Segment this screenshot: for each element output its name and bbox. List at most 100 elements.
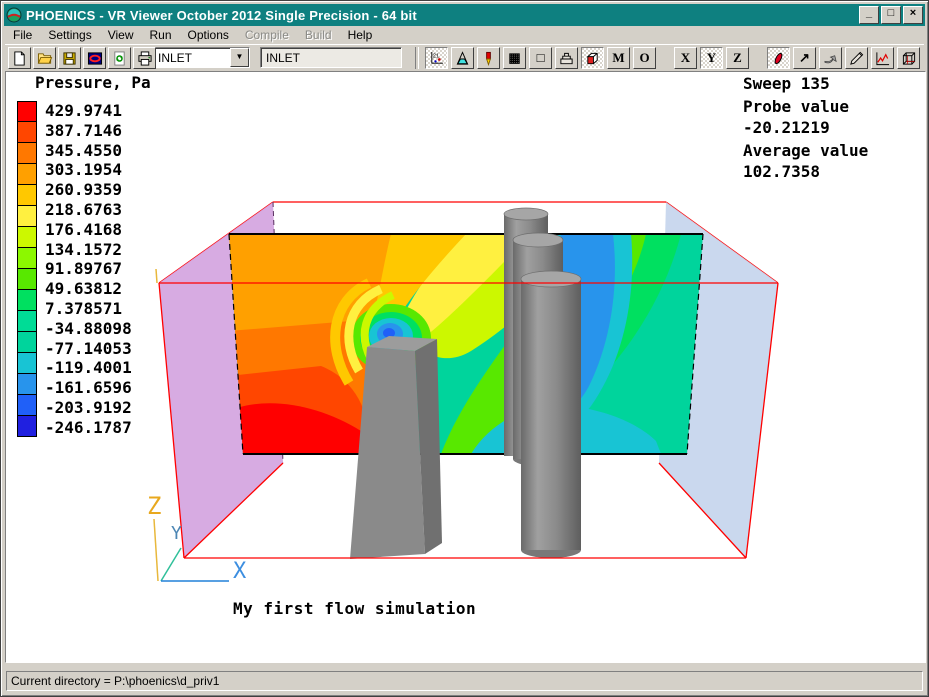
minimize-button[interactable]: _ (859, 6, 879, 24)
menu-compile: Compile (237, 27, 297, 43)
probe-marker-button[interactable] (477, 47, 500, 69)
legend-swatch (17, 311, 37, 332)
grid-button[interactable]: ▦ (503, 47, 526, 69)
reload-button[interactable] (108, 47, 131, 69)
printer-icon (137, 51, 153, 66)
legend-swatch (17, 185, 37, 206)
legend-swatch (17, 206, 37, 227)
app-icon (6, 7, 22, 23)
legend-value: 176.4168 (45, 220, 122, 240)
legend-value: 387.7146 (45, 121, 122, 141)
title-bar[interactable]: PHOENICS - VR Viewer October 2012 Single… (4, 4, 925, 26)
menu-view[interactable]: View (100, 27, 142, 43)
x-plane-button[interactable]: X (674, 47, 697, 69)
y-plane-button[interactable]: Y (700, 47, 723, 69)
vector-arrow-icon: ↗ (799, 50, 810, 66)
probe-position-button[interactable]: 21 (425, 47, 448, 69)
mesh-button[interactable]: M (607, 47, 630, 69)
menu-bar: FileSettingsViewRunOptionsCompileBuildHe… (5, 27, 924, 43)
legend-swatch (17, 416, 37, 437)
new-file-button[interactable] (8, 47, 31, 69)
cone-view-button[interactable] (451, 47, 474, 69)
legend-swatch (17, 164, 37, 185)
legend-value: -77.14053 (45, 339, 132, 359)
blockage-button[interactable] (555, 47, 578, 69)
toolbar: INLET ▼ INLET 21 ▦ □ MO X Y Z ↗ (5, 44, 924, 71)
probe-value: -20.21219 (743, 118, 830, 137)
reload-icon (112, 51, 127, 66)
average-label: Average value (743, 141, 868, 160)
contour-lens-icon (771, 51, 786, 66)
outline-button[interactable]: O (633, 47, 656, 69)
new-file-icon (12, 51, 27, 66)
legend-value: -203.9192 (45, 398, 132, 418)
letter-o-icon: O (639, 50, 649, 66)
cone-icon (455, 51, 470, 66)
legend-title: Pressure, Pa (35, 73, 151, 92)
legend-swatch (17, 290, 37, 311)
window-title: PHOENICS - VR Viewer October 2012 Single… (26, 8, 417, 23)
solid-box-icon (585, 51, 600, 66)
pressure-contour-plane (221, 229, 713, 461)
graph-icon (875, 51, 890, 66)
open-folder-icon (37, 51, 53, 66)
animation-icon (87, 51, 103, 66)
maximize-button[interactable]: □ (881, 6, 901, 24)
letter-z-icon: Z (733, 50, 742, 66)
viewport-3d[interactable]: Z Y X (141, 191, 811, 596)
axes-marks-icon: 21 (429, 51, 444, 66)
legend-value: 303.1954 (45, 160, 122, 180)
legend-value: 91.89767 (45, 259, 122, 279)
legend-value: 260.9359 (45, 180, 122, 200)
legend-value: 7.378571 (45, 299, 122, 319)
open-file-button[interactable] (33, 47, 56, 69)
probe-label: Probe value (743, 97, 849, 116)
legend-swatch (17, 227, 37, 248)
legend-value: -119.4001 (45, 358, 132, 378)
object-selector-value: INLET (154, 51, 230, 65)
legend-value: 218.6763 (45, 200, 122, 220)
menu-file[interactable]: File (5, 27, 40, 43)
legend-swatch (17, 248, 37, 269)
domain-outline-button[interactable] (897, 47, 920, 69)
save-button[interactable] (58, 47, 81, 69)
print-button[interactable] (133, 47, 156, 69)
contour-button[interactable] (767, 47, 790, 69)
chevron-down-icon[interactable]: ▼ (230, 48, 249, 67)
legend-swatch (17, 101, 37, 122)
menu-run[interactable]: Run (142, 27, 180, 43)
menu-help[interactable]: Help (340, 27, 381, 43)
legend-color-bar (17, 101, 37, 437)
sweep-counter: Sweep 135 (743, 74, 830, 93)
grid-icon: ▦ (508, 50, 520, 66)
legend-swatch (17, 374, 37, 395)
close-button[interactable]: × (903, 6, 923, 24)
z-plane-button[interactable]: Z (726, 47, 749, 69)
probe-pen-button[interactable] (845, 47, 868, 69)
streamline-button[interactable] (819, 47, 842, 69)
object-name-field[interactable]: INLET (260, 47, 402, 68)
letter-y-icon: Y (707, 50, 716, 66)
solid-view-button[interactable] (581, 47, 604, 69)
legend-value: 429.9741 (45, 101, 122, 121)
object-selector[interactable]: INLET ▼ (153, 47, 250, 68)
z-axis-label: Z (147, 492, 161, 520)
menu-options[interactable]: Options (180, 27, 237, 43)
letter-x-icon: X (681, 50, 690, 66)
letter-m-icon: M (612, 50, 624, 66)
pen-icon (849, 51, 864, 66)
vector-button[interactable]: ↗ (793, 47, 816, 69)
application-window: PHOENICS - VR Viewer October 2012 Single… (0, 0, 929, 697)
wire-cube-icon (901, 51, 917, 66)
cylinder-front (521, 271, 581, 558)
menu-settings[interactable]: Settings (40, 27, 99, 43)
animation-button[interactable] (83, 47, 106, 69)
legend-swatch (17, 122, 37, 143)
graph-button[interactable] (871, 47, 894, 69)
legend-value: -161.6596 (45, 378, 132, 398)
legend-swatch (17, 143, 37, 164)
stacked-blocks-icon (559, 51, 574, 66)
menu-build: Build (297, 27, 340, 43)
scene-caption: My first flow simulation (233, 599, 476, 618)
wireframe-button[interactable]: □ (529, 47, 552, 69)
